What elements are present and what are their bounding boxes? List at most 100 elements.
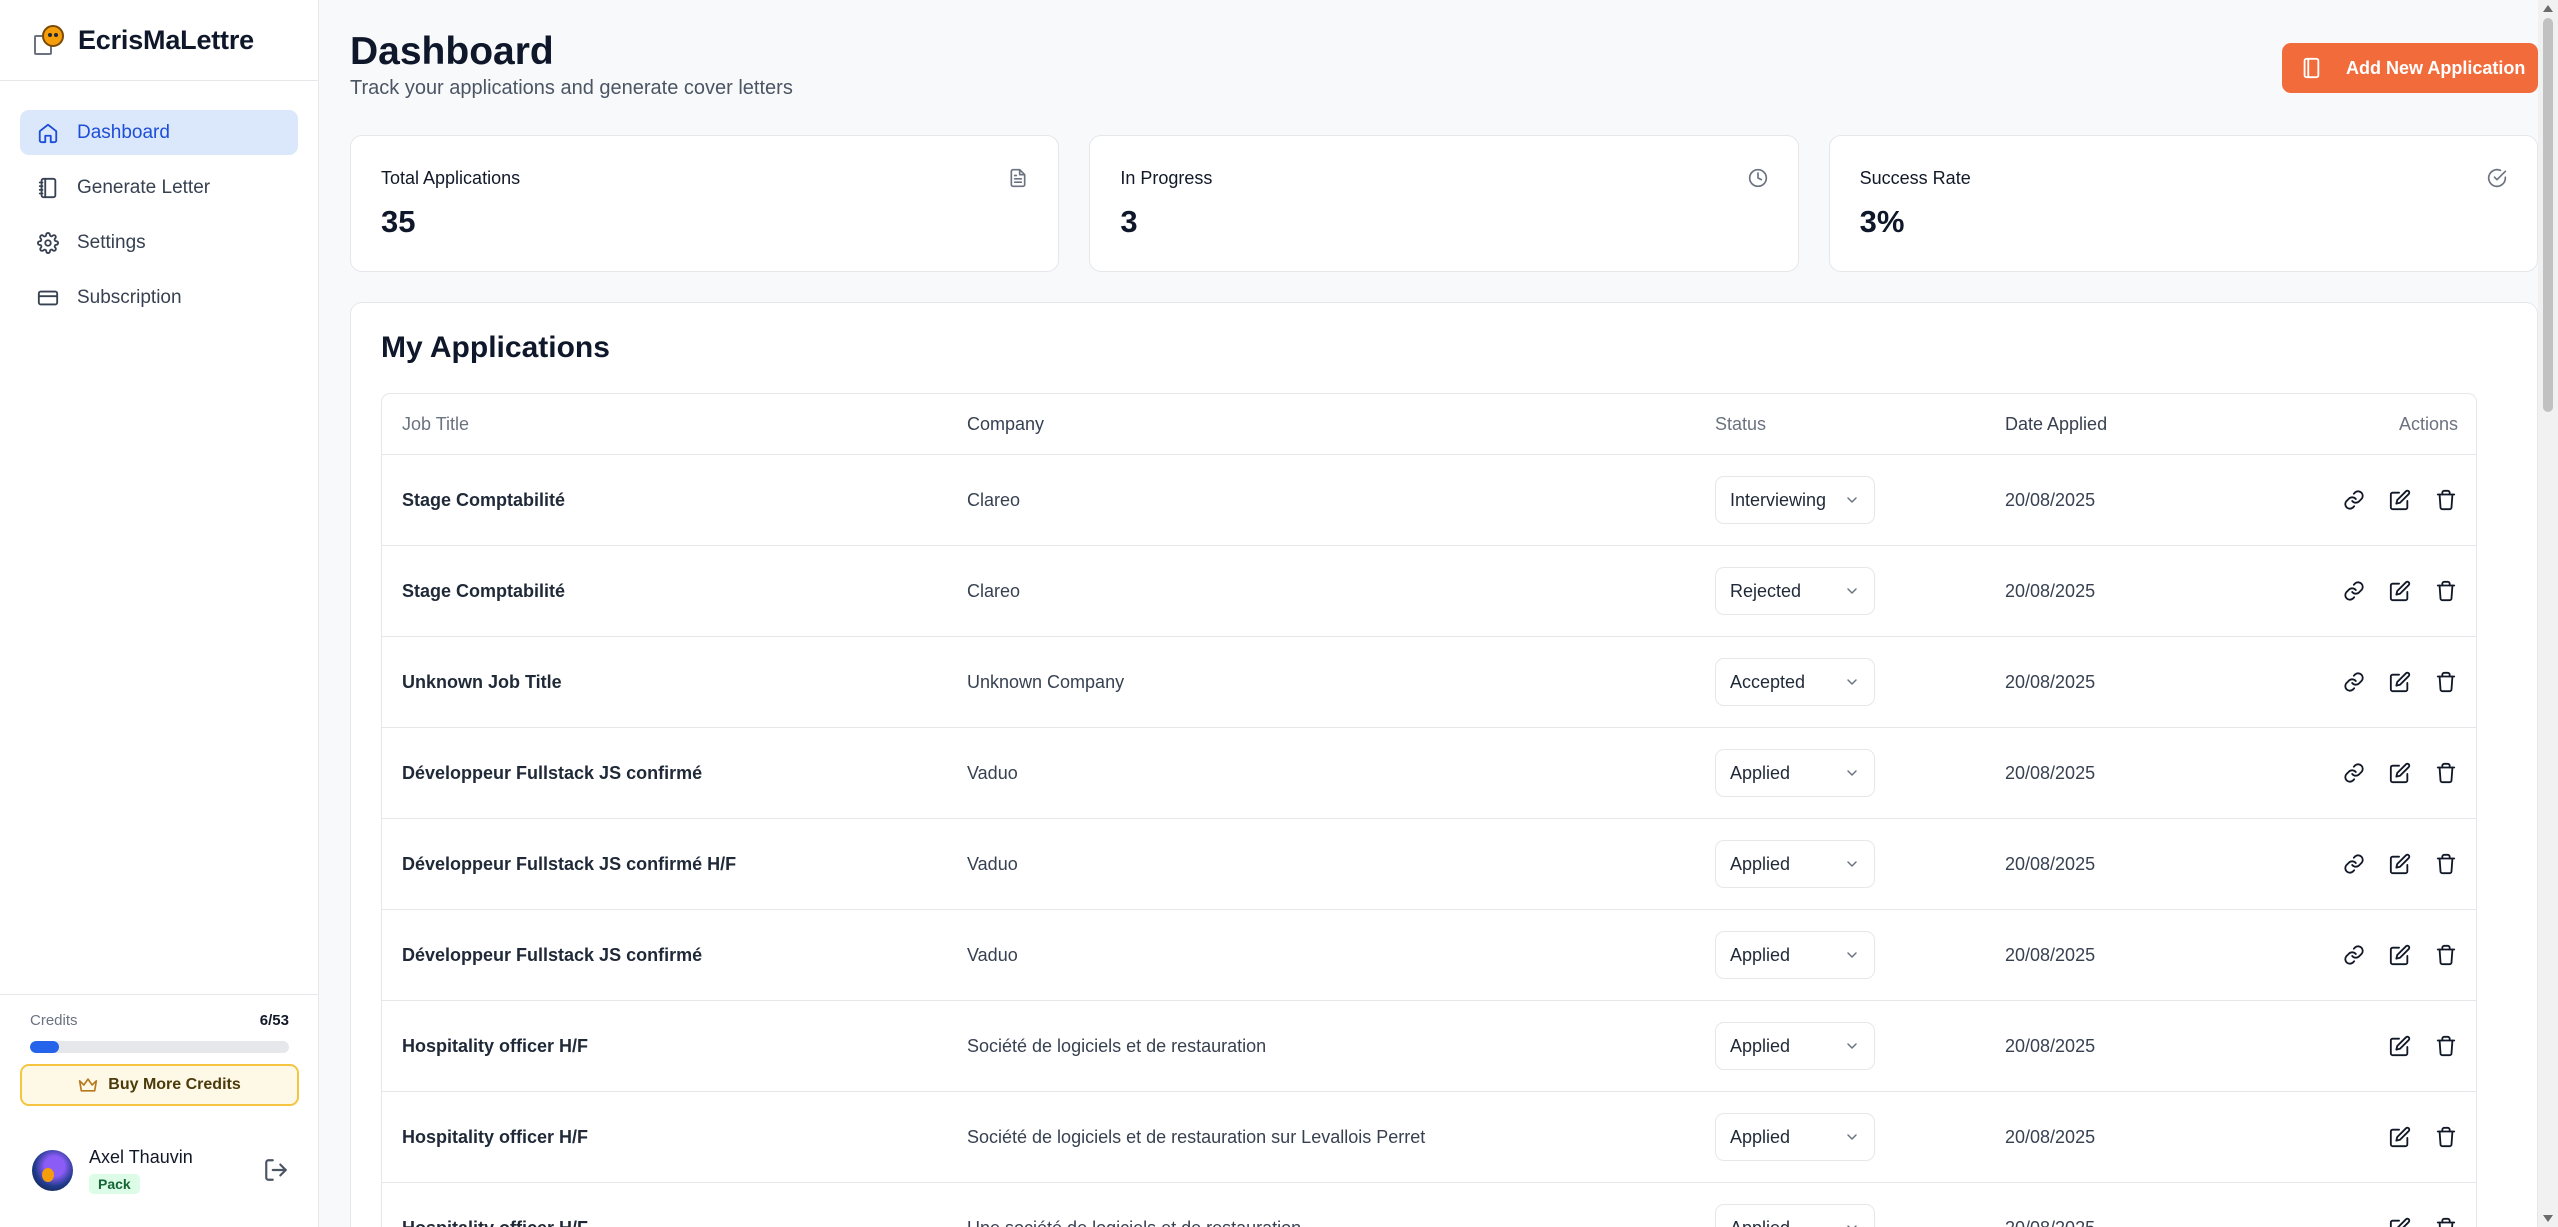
document-icon <box>1010 168 1026 188</box>
edit-button[interactable] <box>2388 761 2412 785</box>
status-value: Applied <box>1730 1035 1791 1056</box>
status-select[interactable]: Applied <box>1715 1204 1875 1227</box>
page-scrollbar[interactable] <box>2538 0 2558 1227</box>
credits-row: Credits 6/53 <box>30 1012 289 1029</box>
job-title-cell: Hospitality officer H/F <box>402 1035 589 1056</box>
trash-icon <box>2436 671 2456 693</box>
edit-icon <box>2389 489 2411 511</box>
actions-cell <box>2255 852 2476 876</box>
edit-button[interactable] <box>2388 1216 2412 1227</box>
table-row: Développeur Fullstack JS confirmé Vaduo … <box>382 910 2476 1001</box>
delete-button[interactable] <box>2434 670 2458 694</box>
status-select[interactable]: Applied <box>1715 749 1875 797</box>
date-applied-cell: 20/08/2025 <box>2005 1035 2096 1056</box>
edit-icon <box>2389 1217 2411 1227</box>
chevron-down-icon <box>1847 861 1857 867</box>
edit-button[interactable] <box>2388 488 2412 512</box>
delete-button[interactable] <box>2434 488 2458 512</box>
edit-button[interactable] <box>2388 579 2412 603</box>
open-link-button[interactable] <box>2342 761 2366 785</box>
job-title-cell: Hospitality officer H/F <box>402 1126 589 1147</box>
date-applied-cell: 20/08/2025 <box>2005 853 2096 874</box>
chevron-down-icon <box>1847 588 1857 594</box>
edit-button[interactable] <box>2388 1125 2412 1149</box>
status-select[interactable]: Applied <box>1715 1113 1875 1161</box>
status-value: Rejected <box>1730 580 1802 601</box>
trash-icon <box>2436 944 2456 966</box>
stat-label: In Progress <box>1120 168 1213 188</box>
date-applied-cell: 20/08/2025 <box>2005 762 2096 783</box>
brand[interactable]: EcrisMaLettre <box>0 0 318 81</box>
status-cell: Accepted <box>1715 658 2005 706</box>
status-cell: Applied <box>1715 749 2005 797</box>
edit-icon <box>2389 944 2411 966</box>
open-link-button[interactable] <box>2342 488 2366 512</box>
delete-button[interactable] <box>2434 579 2458 603</box>
status-select[interactable]: Applied <box>1715 931 1875 979</box>
add-new-application-button[interactable]: Add New Application <box>2282 43 2538 93</box>
status-select[interactable]: Accepted <box>1715 658 1875 706</box>
buy-more-credits-button[interactable]: Buy More Credits <box>20 1064 299 1106</box>
link-icon <box>2344 763 2364 783</box>
date-applied-cell: 20/08/2025 <box>2005 944 2096 965</box>
open-link-button[interactable] <box>2342 943 2366 967</box>
table-row: Stage Comptabilité Clareo Interviewing 2… <box>382 455 2476 546</box>
status-value: Applied <box>1730 944 1791 965</box>
date-applied-cell: 20/08/2025 <box>2005 671 2096 692</box>
edit-icon <box>2389 1126 2411 1148</box>
chevron-down-icon <box>1847 679 1857 685</box>
user-name: Axel Thauvin <box>89 1146 193 1167</box>
column-header-actions: Actions <box>2398 413 2458 434</box>
table-row: Hospitality officer H/F Société de logic… <box>382 1001 2476 1092</box>
delete-button[interactable] <box>2434 1125 2458 1149</box>
open-link-button[interactable] <box>2342 670 2366 694</box>
job-title-cell: Unknown Job Title <box>402 671 562 692</box>
status-cell: Applied <box>1715 1204 2005 1227</box>
actions-cell <box>2255 761 2476 785</box>
edit-button[interactable] <box>2388 670 2412 694</box>
status-cell: Applied <box>1715 1022 2005 1070</box>
chevron-down-icon <box>1847 1134 1857 1140</box>
status-select[interactable]: Interviewing <box>1715 476 1875 524</box>
delete-button[interactable] <box>2434 852 2458 876</box>
sidebar-item-settings[interactable]: Settings <box>20 220 298 265</box>
edit-button[interactable] <box>2388 943 2412 967</box>
scroll-down-arrow[interactable] <box>2543 1215 2553 1222</box>
delete-button[interactable] <box>2434 1216 2458 1227</box>
home-icon <box>36 121 60 145</box>
status-select[interactable]: Applied <box>1715 840 1875 888</box>
notebook-icon <box>2303 57 2320 79</box>
status-value: Applied <box>1730 1218 1790 1227</box>
delete-button[interactable] <box>2434 761 2458 785</box>
credits-panel: Credits 6/53 Buy More Credits Axel Thauv… <box>0 994 318 1227</box>
brand-name: EcrisMaLettre <box>78 24 254 55</box>
company-cell: Clareo <box>967 580 1021 601</box>
sidebar-item-subscription[interactable]: Subscription <box>20 275 298 320</box>
sidebar-item-generate-letter[interactable]: Generate Letter <box>20 165 298 210</box>
link-icon <box>2344 945 2364 965</box>
delete-button[interactable] <box>2434 1034 2458 1058</box>
scroll-thumb[interactable] <box>2543 18 2553 412</box>
link-icon <box>2344 854 2364 874</box>
sidebar-nav: Dashboard Generate Letter Settings Subsc… <box>0 81 318 320</box>
stat-value: 35 <box>381 204 416 239</box>
status-select[interactable]: Applied <box>1715 1022 1875 1070</box>
date-applied-cell: 20/08/2025 <box>2005 1126 2096 1147</box>
link-icon <box>2344 672 2364 692</box>
sidebar-item-label: Dashboard <box>77 121 170 143</box>
avatar[interactable] <box>32 1149 73 1191</box>
status-select[interactable]: Rejected <box>1715 567 1875 615</box>
open-link-button[interactable] <box>2342 579 2366 603</box>
edit-button[interactable] <box>2388 852 2412 876</box>
chevron-down-icon <box>1847 1225 1857 1227</box>
scroll-up-arrow[interactable] <box>2543 5 2553 12</box>
edit-button[interactable] <box>2388 1034 2412 1058</box>
trash-icon <box>2436 762 2456 784</box>
open-link-button[interactable] <box>2342 852 2366 876</box>
sidebar-item-label: Generate Letter <box>77 176 211 198</box>
stat-value: 3% <box>1859 204 1905 239</box>
delete-button[interactable] <box>2434 943 2458 967</box>
sidebar-item-dashboard[interactable]: Dashboard <box>20 110 298 155</box>
logout-icon[interactable] <box>263 1157 289 1183</box>
trash-icon <box>2436 580 2456 602</box>
